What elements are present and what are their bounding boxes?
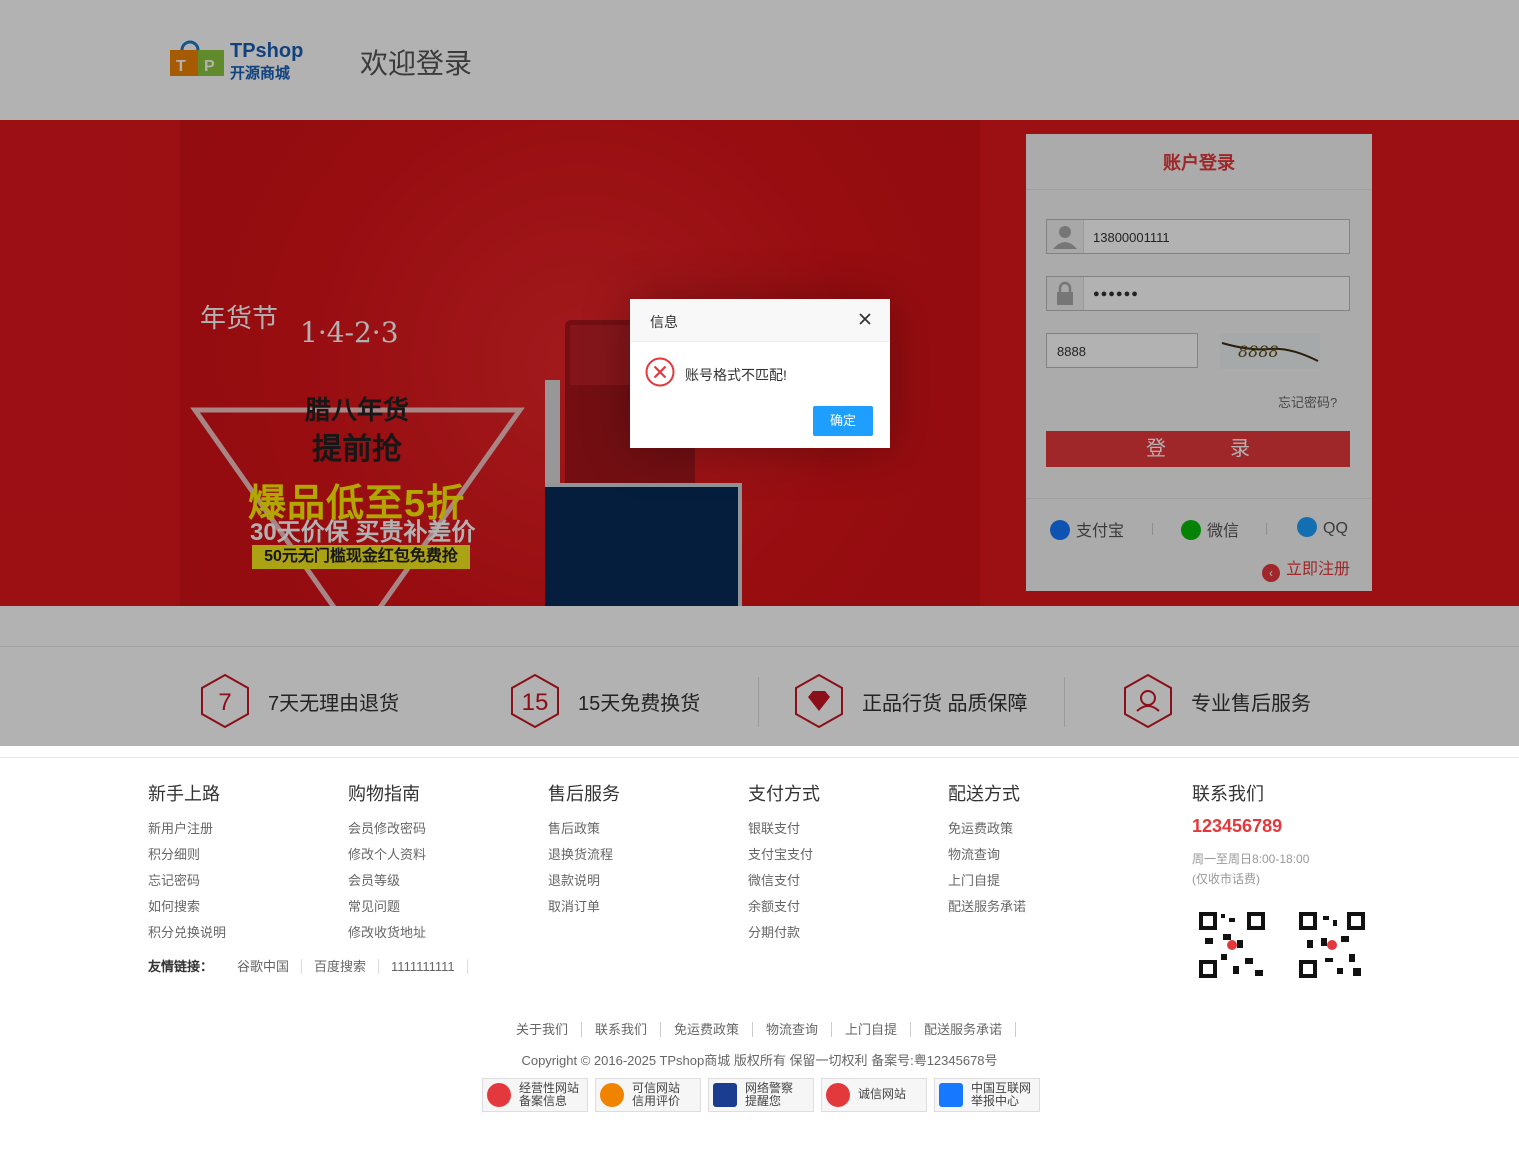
footer-link[interactable]: 支付宝支付 (748, 842, 820, 868)
footer-link[interactable]: 新用户注册 (148, 816, 226, 842)
friend-link[interactable]: 谷歌中国 (225, 959, 303, 974)
badge-line: 中国互联网 (971, 1081, 1032, 1095)
friend-links-label: 友情链接： (148, 959, 214, 974)
footer-link[interactable]: 会员修改密码 (348, 816, 426, 842)
footer-link[interactable]: 会员等级 (348, 868, 426, 894)
dialog-message: 账号格式不匹配! (685, 367, 787, 383)
footer-link[interactable]: 忘记密码 (148, 868, 226, 894)
bottom-nav: 关于我们 联系我们 免运费政策 物流查询 上门自提 配送服务承诺 (0, 1019, 1519, 1038)
footer-link[interactable]: 免运费政策 (948, 816, 1026, 842)
badge-line: 诚信网站 (858, 1087, 907, 1101)
dialog-title: 信息 (650, 314, 678, 330)
footer-link[interactable]: 常见问题 (348, 894, 426, 920)
footer-column-payment: 支付方式 银联支付 支付宝支付 微信支付 余额支付 分期付款 (748, 780, 820, 946)
ok-button[interactable]: 确定 (813, 406, 873, 436)
footer-link[interactable]: 分期付款 (748, 920, 820, 946)
qr-code-icon (1197, 910, 1267, 980)
footer-column-shopping-guide: 购物指南 会员修改密码 修改个人资料 会员等级 常见问题 修改收货地址 (348, 780, 426, 946)
footer-column-title: 售后服务 (548, 784, 620, 804)
qr-code-icon (1297, 910, 1367, 980)
footer-divider (0, 757, 1519, 758)
badge-line: 可信网站 (632, 1081, 681, 1095)
copyright-text: Copyright © 2016-2025 TPshop商城 版权所有 保留一切… (521, 1053, 998, 1068)
badge-trusted-website[interactable]: 可信网站 信用评价 (595, 1078, 701, 1112)
footer-link[interactable]: 上门自提 (948, 868, 1026, 894)
integrity-seal-icon (826, 1083, 850, 1107)
footer-column-contact: 联系我们 (1192, 780, 1264, 816)
emblem-icon (487, 1083, 511, 1107)
footer-link[interactable]: 微信支付 (748, 868, 820, 894)
footer-link[interactable]: 银联支付 (748, 816, 820, 842)
bottom-link[interactable]: 关于我们 (502, 1022, 582, 1037)
footer-column-newbie: 新手上路 新用户注册 积分细则 忘记密码 如何搜索 积分兑换说明 (148, 780, 226, 946)
footer-column-delivery: 配送方式 免运费政策 物流查询 上门自提 配送服务承诺 (948, 780, 1026, 920)
footer-column-title: 支付方式 (748, 784, 820, 804)
report-icon (939, 1083, 963, 1107)
footer-link[interactable]: 退款说明 (548, 868, 620, 894)
trust-seal-icon (600, 1083, 624, 1107)
footer-column-title: 购物指南 (348, 784, 420, 804)
contact-phone: 123456789 (1192, 816, 1283, 836)
footer-link[interactable]: 退换货流程 (548, 842, 620, 868)
footer-link[interactable]: 取消订单 (548, 894, 620, 920)
footer-link[interactable]: 修改个人资料 (348, 842, 426, 868)
contact-note: (仅收市话费) (1192, 872, 1260, 886)
bottom-link[interactable]: 上门自提 (832, 1022, 912, 1037)
footer-column-title: 联系我们 (1192, 784, 1264, 804)
contact-hours: 周一至周日8:00-18:00 (1192, 852, 1310, 866)
footer-column-title: 配送方式 (948, 784, 1020, 804)
error-icon (645, 357, 675, 387)
dialog-header: 信息 (630, 299, 890, 342)
footer-link[interactable]: 积分细则 (148, 842, 226, 868)
badge-line: 举报中心 (971, 1094, 1020, 1108)
bottom-link[interactable]: 联系我们 (581, 1022, 661, 1037)
badge-line: 备案信息 (519, 1094, 568, 1108)
footer-link[interactable]: 余额支付 (748, 894, 820, 920)
footer-link[interactable]: 修改收货地址 (348, 920, 426, 946)
badge-line: 网络警察 (745, 1081, 794, 1095)
badge-cyber-police[interactable]: 网络警察 提醒您 (708, 1078, 814, 1112)
footer-column-title: 新手上路 (148, 784, 220, 804)
footer-column-after-sales: 售后服务 售后政策 退换货流程 退款说明 取消订单 (548, 780, 620, 920)
badge-line: 经营性网站 (519, 1081, 580, 1095)
footer-link[interactable]: 售后政策 (548, 816, 620, 842)
bottom-link[interactable]: 配送服务承诺 (911, 1022, 1017, 1037)
friend-links: 友情链接： 谷歌中国 百度搜索 1111111111 (148, 956, 468, 975)
friend-link[interactable]: 1111111111 (379, 959, 468, 974)
badge-website-registration[interactable]: 经营性网站 备案信息 (482, 1078, 588, 1112)
bottom-link[interactable]: 物流查询 (753, 1022, 833, 1037)
footer-link[interactable]: 积分兑换说明 (148, 920, 226, 946)
footer-link[interactable]: 物流查询 (948, 842, 1026, 868)
footer-link[interactable]: 配送服务承诺 (948, 894, 1026, 920)
police-icon (713, 1083, 737, 1107)
badge-line: 提醒您 (745, 1094, 782, 1108)
footer-link[interactable]: 如何搜索 (148, 894, 226, 920)
close-icon[interactable] (857, 311, 873, 327)
friend-link[interactable]: 百度搜索 (302, 959, 380, 974)
bottom-link[interactable]: 免运费政策 (660, 1022, 753, 1037)
badge-line: 信用评价 (632, 1094, 681, 1108)
badge-report-center[interactable]: 中国互联网 举报中心 (934, 1078, 1040, 1112)
badge-integrity-website[interactable]: 诚信网站 (821, 1078, 927, 1112)
alert-dialog: 信息 账号格式不匹配! 确定 (630, 299, 890, 448)
